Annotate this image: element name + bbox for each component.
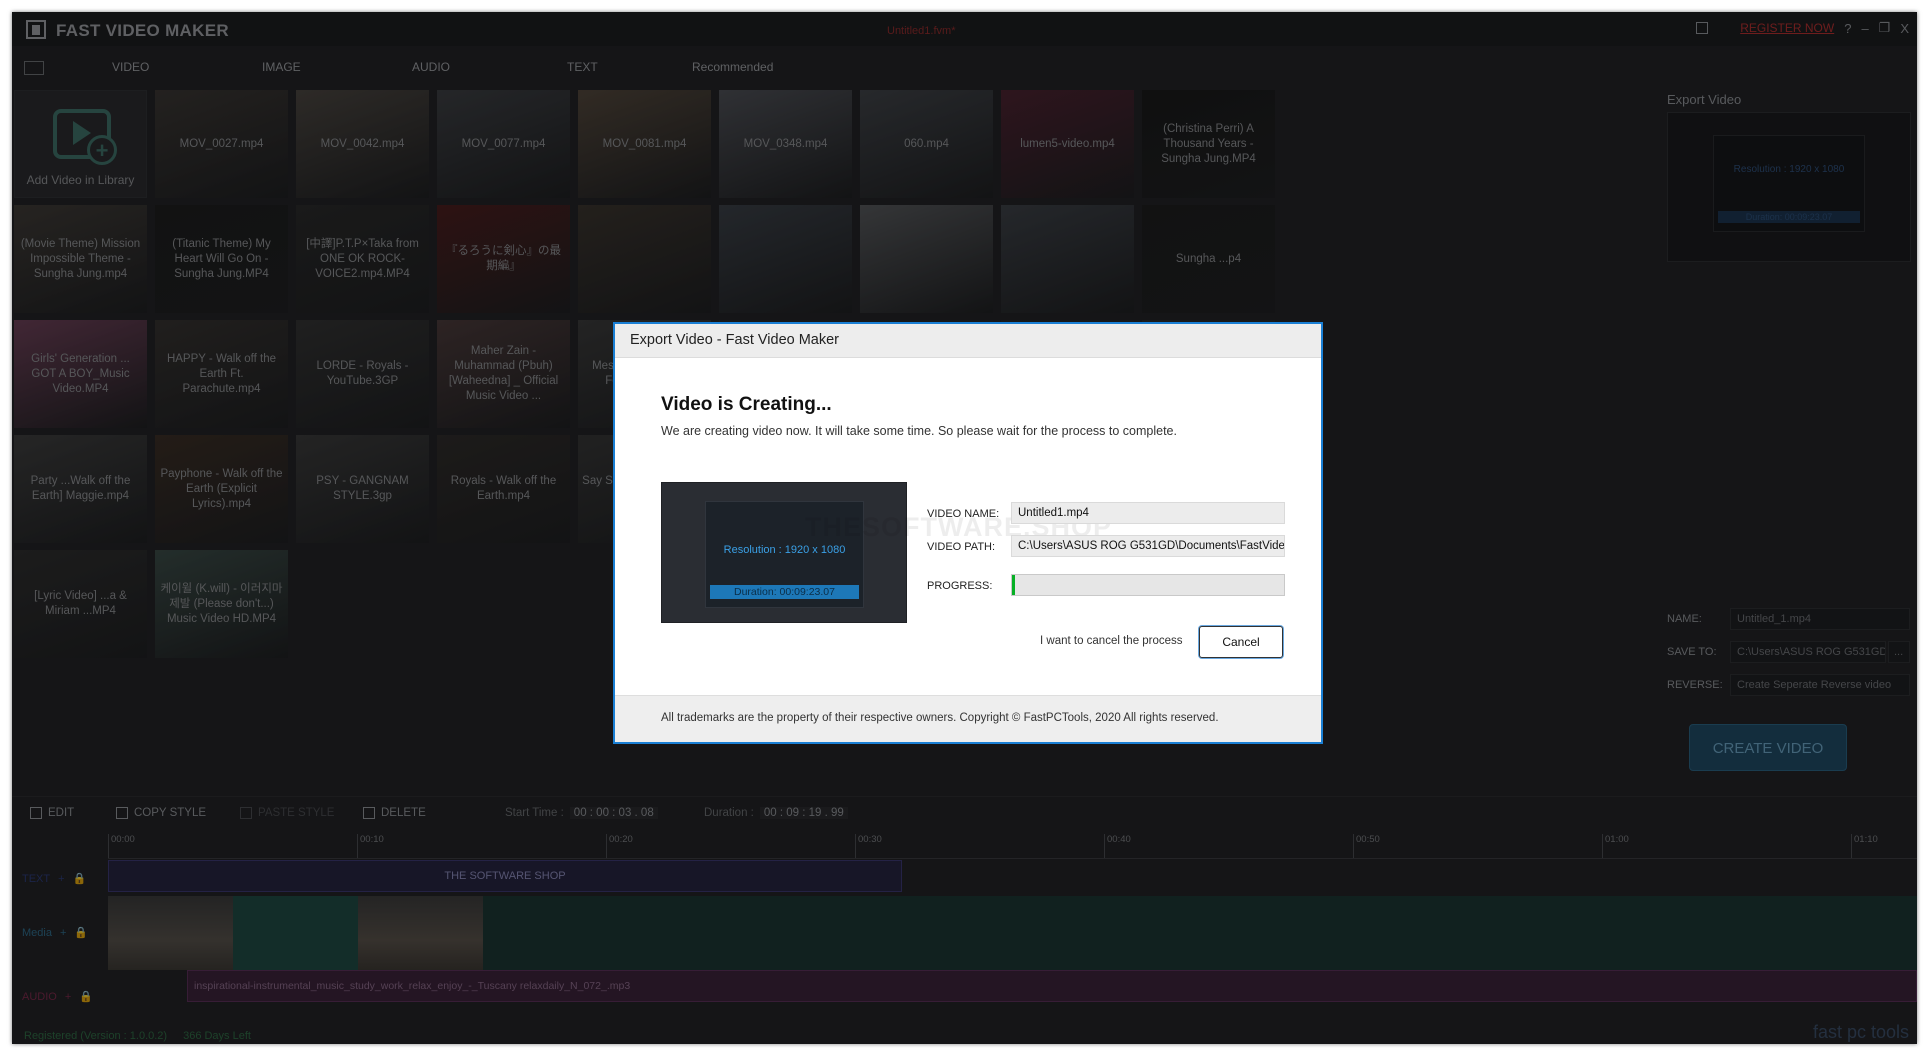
video-path-field[interactable]: C:\Users\ASUS ROG G531GD\Documents\FastV… — [1011, 535, 1285, 557]
cancel-button[interactable]: Cancel — [1199, 626, 1283, 658]
video-name-label: VIDEO NAME: — [927, 508, 1000, 520]
dialog-heading: Video is Creating... — [661, 394, 832, 415]
progress-label: PROGRESS: — [927, 580, 993, 592]
dialog-title: Export Video - Fast Video Maker — [630, 332, 840, 348]
export-dialog: Export Video - Fast Video Maker Video is… — [613, 322, 1323, 744]
dialog-footer: All trademarks are the property of their… — [615, 695, 1321, 742]
preview-resolution: Resolution : 1920 x 1080 — [723, 544, 846, 556]
dialog-subtitle: We are creating video now. It will take … — [661, 424, 1177, 438]
copyright-text: All trademarks are the property of their… — [661, 712, 1219, 724]
video-preview: Resolution : 1920 x 1080 Duration: 00:09… — [661, 482, 907, 623]
progress-bar — [1011, 574, 1285, 596]
video-path-label: VIDEO PATH: — [927, 541, 996, 553]
video-name-field[interactable]: Untitled1.mp4 — [1011, 502, 1285, 524]
dialog-title-bar: Export Video - Fast Video Maker — [615, 324, 1321, 358]
preview-duration: Duration: 00:09:23.07 — [710, 585, 859, 599]
progress-bar-fill — [1012, 575, 1015, 595]
cancel-hint: I want to cancel the process — [1040, 635, 1183, 647]
